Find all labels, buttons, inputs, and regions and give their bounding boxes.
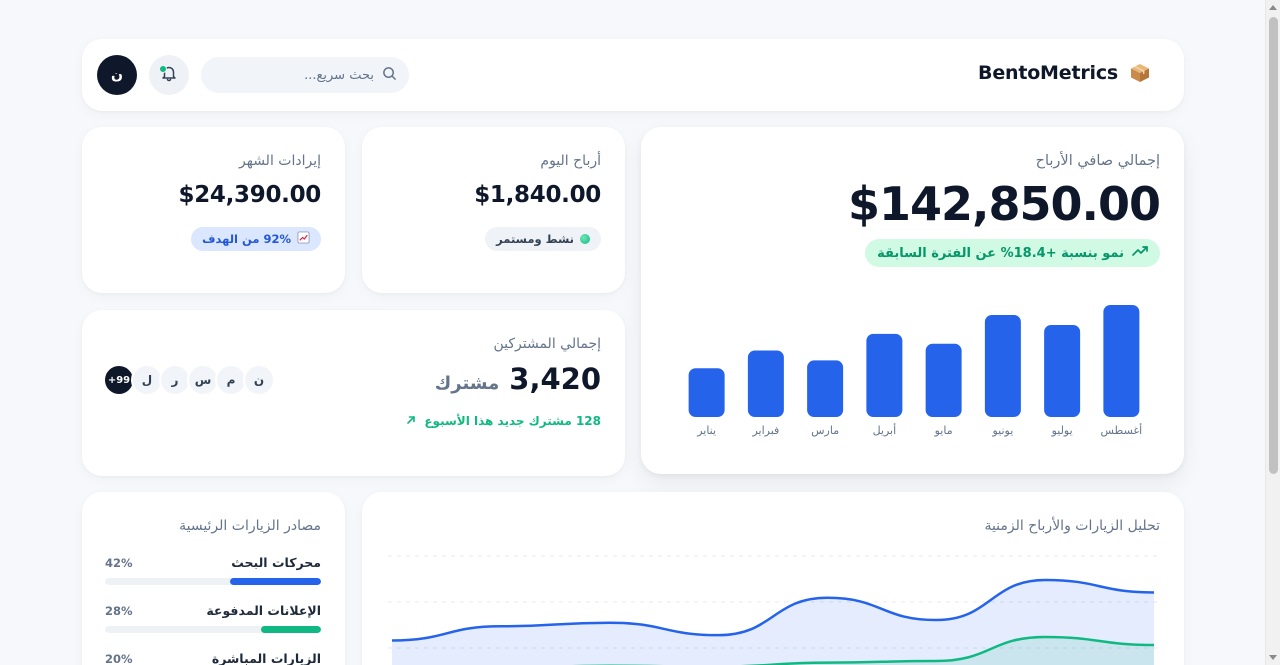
trend-up-icon	[1132, 245, 1148, 261]
source-label: الإعلانات المدفوعة	[206, 603, 321, 618]
user-avatar[interactable]: ن	[97, 55, 137, 95]
subscribers-unit: مشترك	[434, 373, 500, 394]
net-profit-value: $142,850.00	[847, 177, 1161, 231]
source-percent: 28%	[105, 603, 133, 618]
source-item: 20% الزيارات المباشرة	[105, 651, 321, 665]
bar-label-3: مارس	[811, 424, 839, 437]
growth-badge-label: نمو بنسبة +18.4% عن الفترة السابقة	[877, 245, 1124, 261]
source-label: الزيارات المباشرة	[211, 651, 321, 665]
today-profit-value: $1,840.00	[474, 182, 601, 208]
growth-badge: نمو بنسبة +18.4% عن الفترة السابقة	[865, 239, 1160, 267]
status-badge: نشط ومستمر	[485, 227, 601, 251]
month-revenue-title: إيرادات الشهر	[239, 153, 321, 169]
bar-3[interactable]	[807, 360, 844, 417]
bar-label-1: يناير	[696, 424, 716, 437]
bar-5[interactable]	[925, 343, 962, 417]
bar-2[interactable]	[747, 350, 784, 417]
net-profit-title: إجمالي صافي الأرباح	[1035, 153, 1160, 169]
bar-6[interactable]	[984, 314, 1021, 417]
source-progress-fill	[260, 626, 321, 633]
brand-name: BentoMetrics	[978, 62, 1118, 84]
subscriber-avatar[interactable]: ن	[243, 364, 275, 396]
new-subscribers-label: 128 مشترك جديد هذا الأسبوع	[424, 414, 601, 428]
bar-label-4: أبريل	[873, 423, 897, 437]
source-progress-track	[105, 626, 321, 633]
bar-label-5: مايو	[934, 424, 953, 437]
chart-up-icon	[297, 231, 310, 247]
top-header: BentoMetrics ن	[82, 39, 1184, 111]
subscribers-value: 3,420	[509, 362, 601, 396]
bar-8[interactable]	[1103, 304, 1140, 417]
time-analysis-title: تحليل الزيارات والأرباح الزمنية	[984, 518, 1160, 534]
source-progress-track	[105, 578, 321, 585]
subscribers-title: إجمالي المشتركين	[493, 336, 601, 352]
target-badge-label: 92% من الهدف	[202, 232, 291, 246]
bar-label-2: فبراير	[751, 424, 779, 437]
search-icon	[382, 66, 397, 85]
monthly-profit-bar-chart: يناير فبراير مارس أبريل مايو يونيو يوليو أغسطس	[688, 304, 1143, 437]
status-badge-label: نشط ومستمر	[496, 232, 574, 246]
bar-4[interactable]	[866, 333, 903, 417]
brand[interactable]: BentoMetrics	[978, 62, 1150, 84]
status-dot-icon	[580, 234, 590, 244]
today-profit-card: أرباح اليوم $1,840.00 نشط ومستمر	[362, 127, 625, 293]
source-item: 42% محركات البحث	[105, 555, 321, 585]
source-label: محركات البحث	[231, 555, 321, 570]
visits-profits-area-chart	[388, 555, 1158, 665]
subscriber-avatars: ن م س ر ل +99	[103, 364, 275, 396]
month-revenue-card: إيرادات الشهر $24,390.00 92% من الهدف	[82, 127, 345, 293]
page-scrollbar[interactable]	[1265, 0, 1280, 665]
source-percent: 42%	[105, 555, 133, 570]
bar-1[interactable]	[688, 368, 725, 417]
bar-label-7: يوليو	[1051, 424, 1073, 437]
package-icon	[1130, 63, 1150, 83]
search-input[interactable]	[224, 67, 374, 83]
bar-label-8: أغسطس	[1101, 423, 1143, 437]
notifications-button[interactable]	[149, 55, 189, 95]
time-analysis-card: تحليل الزيارات والأرباح الزمنية	[362, 492, 1184, 665]
traffic-sources-card: مصادر الزيارات الرئيسية 42% محركات البحث…	[82, 492, 345, 665]
new-subscribers: 128 مشترك جديد هذا الأسبوع	[406, 414, 601, 428]
scroll-down-arrow-icon[interactable]	[1269, 655, 1277, 660]
today-profit-title: أرباح اليوم	[540, 153, 601, 169]
scrollbar-thumb[interactable]	[1269, 17, 1278, 474]
subscribers-total: 3,420 مشترك	[435, 362, 601, 396]
target-badge: 92% من الهدف	[191, 227, 321, 251]
bar-label-6: يونيو	[991, 424, 1013, 437]
source-progress-fill	[230, 578, 321, 585]
month-revenue-value: $24,390.00	[178, 182, 321, 208]
net-profit-card: إجمالي صافي الأرباح $142,850.00 نمو بنسب…	[641, 127, 1184, 474]
source-item: 28% الإعلانات المدفوعة	[105, 603, 321, 633]
source-percent: 20%	[105, 651, 133, 665]
traffic-sources-title: مصادر الزيارات الرئيسية	[179, 518, 321, 534]
arrow-up-right-icon	[406, 414, 416, 428]
search-box[interactable]	[201, 57, 409, 93]
bar-7[interactable]	[1044, 324, 1081, 417]
notification-badge	[159, 65, 167, 73]
scroll-up-arrow-icon[interactable]	[1269, 5, 1277, 10]
subscribers-card: إجمالي المشتركين 3,420 مشترك 128 مشترك ج…	[82, 310, 625, 476]
